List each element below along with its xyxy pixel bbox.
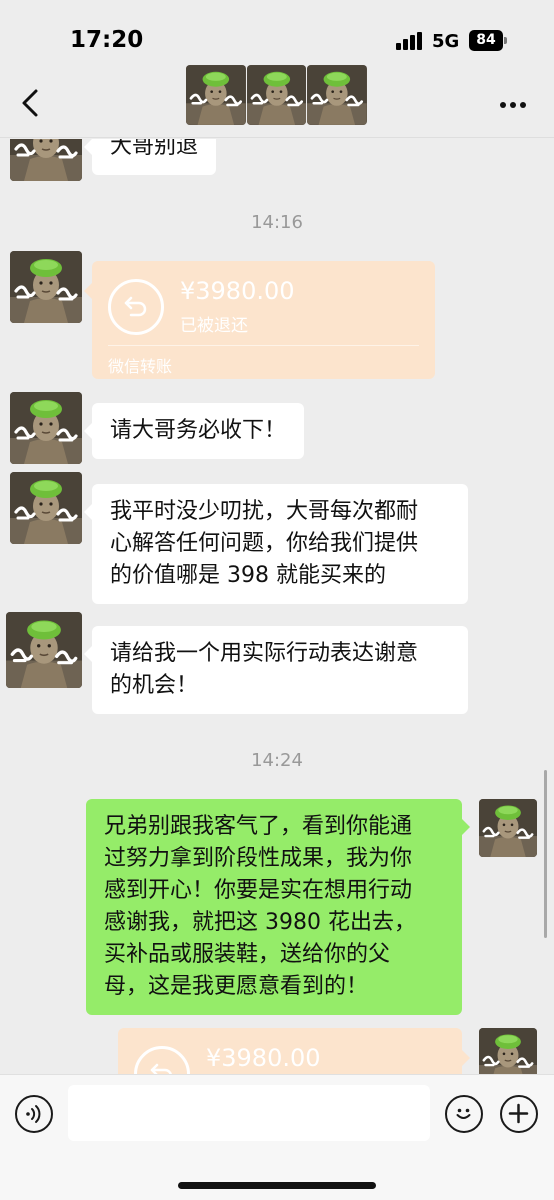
avatar-image xyxy=(246,65,307,125)
message-bubble-right[interactable]: 兄弟别跟我客气了，看到你能通 过努力拿到阶段性成果，我为你 感到开心！你要是实在… xyxy=(86,799,470,1015)
sender-avatar[interactable] xyxy=(10,251,82,323)
timestamp: 14:16 xyxy=(251,212,303,233)
transfer-card[interactable]: ¥3980.00 xyxy=(118,1028,470,1074)
message-line: 买补品或服装鞋，送给你的父 xyxy=(104,942,391,967)
my-avatar[interactable] xyxy=(479,799,537,857)
transfer-amount: ¥3980.00 xyxy=(206,1044,321,1072)
group-avatar[interactable] xyxy=(186,65,368,125)
sender-avatar[interactable] xyxy=(10,139,82,181)
return-arrow-icon xyxy=(134,1046,190,1074)
message-bubble-left[interactable]: 大哥别退 xyxy=(83,139,217,175)
divider xyxy=(108,345,419,346)
plus-icon[interactable] xyxy=(500,1095,538,1133)
sender-avatar[interactable] xyxy=(6,612,82,688)
avatar-image xyxy=(10,251,82,323)
message-bubble-left[interactable]: 请大哥务必收下！ xyxy=(83,403,305,459)
sender-avatar[interactable] xyxy=(10,472,82,544)
message-bubble-left[interactable]: 我平时没少叨扰，大哥每次都耐 心解答任何问题，你给我们提供 的价值哪是 398 … xyxy=(84,484,468,604)
my-avatar[interactable] xyxy=(479,1028,537,1074)
transfer-card[interactable]: ¥3980.00 已被退还 微信转账 xyxy=(84,261,435,379)
scrollbar[interactable] xyxy=(544,770,547,938)
home-indicator[interactable] xyxy=(178,1182,376,1189)
message-line: 请给我一个用实际行动表达谢意 xyxy=(110,641,419,666)
avatar-image xyxy=(10,472,82,544)
avatar-image xyxy=(10,139,82,181)
more-dots-icon[interactable] xyxy=(500,102,528,110)
transfer-label: 微信转账 xyxy=(108,357,173,376)
battery-icon: 84 xyxy=(469,30,503,51)
message-line: 感到开心！你要是实在想用行动 xyxy=(104,878,413,903)
chevron-left-icon[interactable] xyxy=(18,88,44,118)
group-avatar-member xyxy=(307,65,368,125)
transfer-amount: ¥3980.00 xyxy=(180,277,295,305)
avatar-image xyxy=(479,799,537,857)
message-line: 的机会！ xyxy=(110,673,199,698)
message-bubble-left[interactable]: 请给我一个用实际行动表达谢意 的机会！ xyxy=(84,626,468,714)
voice-icon[interactable] xyxy=(15,1095,53,1133)
avatar-image xyxy=(10,392,82,464)
emoji-icon[interactable] xyxy=(445,1095,483,1133)
message-text: 请大哥务必收下！ xyxy=(110,418,287,443)
return-arrow-icon xyxy=(108,279,164,335)
chat-header xyxy=(0,62,554,138)
group-avatar-member xyxy=(246,65,307,125)
avatar-image xyxy=(6,612,82,688)
message-line: 的价值哪是 398 就能买来的 xyxy=(110,563,386,588)
chat-area[interactable]: 大哥别退 14:16 ¥3980.00 已被退还 微信转账 请大哥务必收下！ 我… xyxy=(0,139,554,1074)
signal-icon xyxy=(396,32,424,50)
battery-cap xyxy=(504,37,507,44)
message-line: 兄弟别跟我客气了，看到你能通 xyxy=(104,814,413,839)
message-input[interactable] xyxy=(68,1085,430,1141)
message-line: 心解答任何问题，你给我们提供 xyxy=(110,531,419,556)
avatar-image xyxy=(307,65,368,125)
message-line: 我平时没少叨扰，大哥每次都耐 xyxy=(110,499,419,524)
sender-avatar[interactable] xyxy=(10,392,82,464)
network-label: 5G xyxy=(432,31,460,52)
message-line: 过努力拿到阶段性成果，我为你 xyxy=(104,846,413,871)
timestamp: 14:24 xyxy=(251,750,303,771)
message-line: 母，这是我更愿意看到的！ xyxy=(104,974,369,999)
status-time: 17:20 xyxy=(70,27,144,53)
status-bar: 17:20 5G 84 xyxy=(0,0,554,62)
avatar-image xyxy=(479,1028,537,1074)
group-avatar-member xyxy=(186,65,246,125)
avatar-image xyxy=(186,65,246,125)
message-text: 大哥别退 xyxy=(110,139,199,159)
transfer-status: 已被退还 xyxy=(180,316,248,336)
message-line: 感谢我，就把这 3980 花出去， xyxy=(104,910,416,935)
